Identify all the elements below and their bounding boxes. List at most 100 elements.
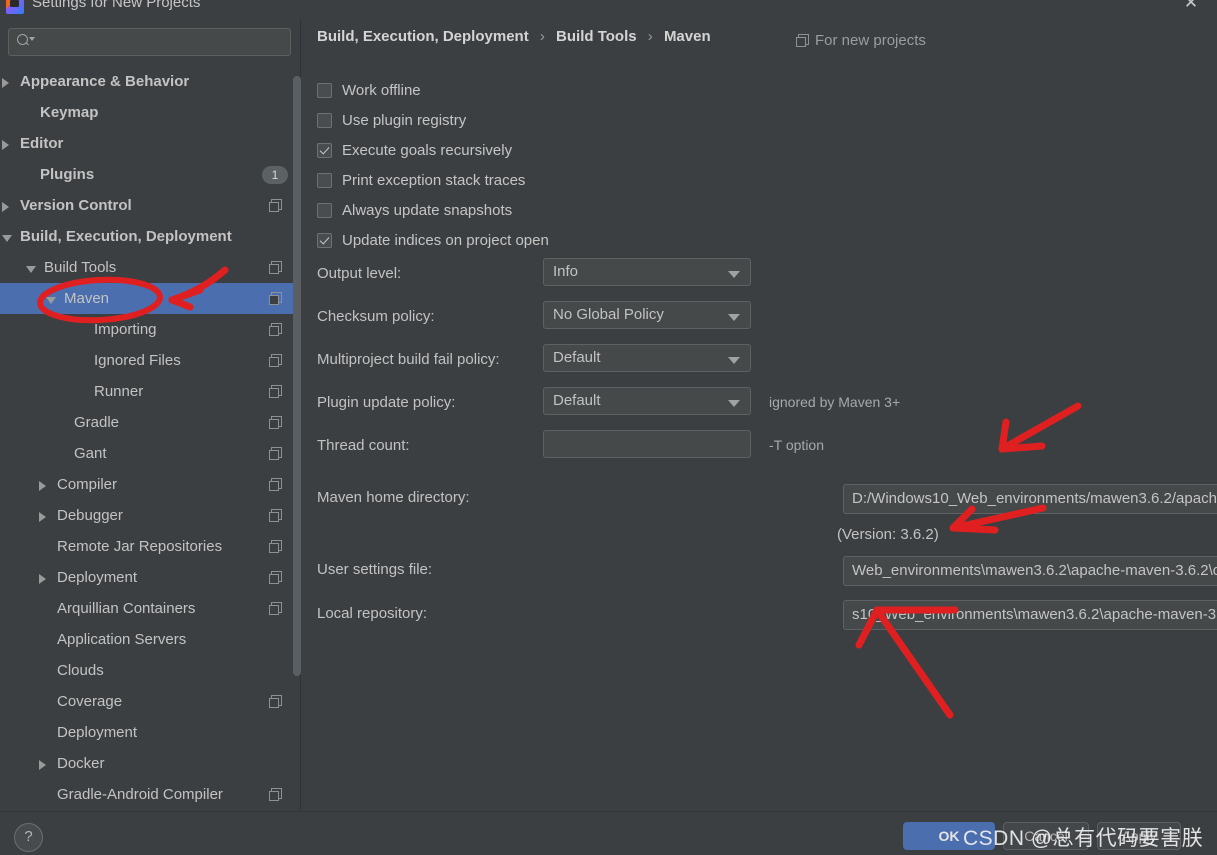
thread-count-input[interactable] <box>543 430 751 458</box>
checkbox-box[interactable] <box>317 232 332 248</box>
sidebar-item-build-execution-deployment[interactable]: Build, Execution, Deployment <box>0 221 300 252</box>
help-icon[interactable]: ? <box>14 823 43 852</box>
sidebar-item-version-control[interactable]: Version Control <box>0 190 300 221</box>
chevron-down-icon[interactable] <box>728 400 740 407</box>
search-input-wrapper[interactable] <box>8 28 291 56</box>
sidebar-item-arquillian-containers[interactable]: Arquillian Containers <box>0 593 300 624</box>
sidebar-item-build-tools[interactable]: Build Tools <box>0 252 300 283</box>
settings-sidebar: Appearance & Behavior Keymap Editor Plugins… <box>0 20 301 810</box>
sidebar-item-deployment[interactable]: Deployment <box>0 717 300 748</box>
chevron-down-icon[interactable] <box>46 297 56 304</box>
sidebar-item-application-servers[interactable]: Application Servers <box>0 624 300 655</box>
sidebar-scrollbar-thumb[interactable] <box>293 76 301 676</box>
checkbox-print-exception-stack-traces[interactable]: Print exception stack traces <box>317 166 549 196</box>
checksum-policy-value: No Global Policy <box>553 306 664 323</box>
sidebar-item-label: Deployment <box>57 724 138 741</box>
chevron-right-icon[interactable] <box>2 202 9 212</box>
maven-settings-panel: Build, Execution, Deployment › Build Too… <box>301 20 1217 810</box>
checkbox-box[interactable] <box>317 172 332 188</box>
checkbox-always-update-snapshots[interactable]: Always update snapshots <box>317 196 549 226</box>
sidebar-item-label: Arquillian Containers <box>57 600 196 617</box>
sidebar-item-plugins[interactable]: Plugins 1 <box>0 159 300 190</box>
checksum-policy-label: Checksum policy: <box>317 308 435 325</box>
checkbox-label: Execute goals recursively <box>342 142 513 159</box>
chevron-down-icon[interactable] <box>728 314 740 321</box>
plugin-update-policy-label: Plugin update policy: <box>317 394 456 411</box>
checkbox-execute-goals-recursively[interactable]: Execute goals recursively <box>317 136 549 166</box>
breadcrumb-part-2[interactable]: Build Tools <box>556 28 637 45</box>
sidebar-item-importing[interactable]: Importing <box>0 314 300 345</box>
intellij-idea-icon <box>6 0 24 14</box>
sidebar-scrollbar-track[interactable] <box>293 76 301 776</box>
user-settings-file-input[interactable]: Web_environments\mawen3.6.2\apache-maven… <box>843 556 1217 586</box>
maven-home-directory-combo[interactable]: D:/Windows10_Web_environments/mawen3.6.2… <box>843 484 1217 514</box>
maven-version-note: (Version: 3.6.2) <box>837 526 939 543</box>
sidebar-item-label: Plugins <box>40 166 95 183</box>
chevron-right-icon[interactable] <box>39 512 46 522</box>
checkbox-label: Use plugin registry <box>342 112 467 129</box>
breadcrumb-separator-icon: › <box>539 28 545 45</box>
settings-dialog: Settings for New Projects ✕ Appearance &… <box>0 0 1217 855</box>
checkbox-box[interactable] <box>317 202 332 218</box>
user-settings-file-label: User settings file: <box>317 561 433 578</box>
sidebar-item-remote-jar-repositories[interactable]: Remote Jar Repositories <box>0 531 300 562</box>
close-icon[interactable]: ✕ <box>1177 0 1205 15</box>
settings-tree[interactable]: Appearance & Behavior Keymap Editor Plugins… <box>0 66 300 810</box>
copy-settings-icon <box>269 509 282 522</box>
multiproject-build-fail-policy-value: Default <box>553 349 601 366</box>
chevron-down-icon[interactable] <box>728 357 740 364</box>
sidebar-item-gradle[interactable]: Gradle <box>0 407 300 438</box>
chevron-right-icon[interactable] <box>2 78 9 88</box>
plugins-update-badge: 1 <box>262 166 288 184</box>
copy-settings-icon <box>269 292 282 305</box>
copy-settings-icon <box>269 261 282 274</box>
search-icon <box>17 34 35 48</box>
copy-settings-icon <box>269 354 282 367</box>
checkbox-box[interactable] <box>317 112 332 128</box>
plugin-update-policy-select[interactable]: Default <box>543 387 751 415</box>
breadcrumb-part-3[interactable]: Maven <box>664 28 711 45</box>
sidebar-item-ignored-files[interactable]: Ignored Files <box>0 345 300 376</box>
sidebar-item-maven[interactable]: Maven <box>0 283 300 314</box>
chevron-right-icon[interactable] <box>39 481 46 491</box>
checkbox-label: Update indices on project open <box>342 232 549 249</box>
checkbox-box[interactable] <box>317 82 332 98</box>
chevron-right-icon[interactable] <box>2 140 9 150</box>
sidebar-item-debugger[interactable]: Debugger <box>0 500 300 531</box>
search-input[interactable] <box>8 28 291 56</box>
sidebar-item-editor[interactable]: Editor <box>0 128 300 159</box>
checkbox-work-offline[interactable]: Work offline <box>317 76 549 106</box>
chevron-down-icon[interactable] <box>2 235 12 242</box>
sidebar-item-keymap[interactable]: Keymap <box>0 97 300 128</box>
checkbox-update-indices-on-project-open[interactable]: Update indices on project open <box>317 226 549 256</box>
breadcrumb-part-1[interactable]: Build, Execution, Deployment <box>317 28 529 45</box>
copy-settings-icon <box>269 478 282 491</box>
chevron-down-icon[interactable] <box>728 271 740 278</box>
checkbox-use-plugin-registry[interactable]: Use plugin registry <box>317 106 549 136</box>
sidebar-item-label: Compiler <box>57 476 118 493</box>
sidebar-item-label: Version Control <box>20 197 132 214</box>
checkbox-box[interactable] <box>317 142 332 158</box>
sidebar-item-clouds[interactable]: Clouds <box>0 655 300 686</box>
sidebar-item-gradle-android-compiler[interactable]: Gradle-Android Compiler <box>0 779 300 810</box>
chevron-down-icon[interactable] <box>26 266 36 273</box>
sidebar-item-deployment[interactable]: Deployment <box>0 562 300 593</box>
sidebar-item-runner[interactable]: Runner <box>0 376 300 407</box>
maven-home-directory-value: D:/Windows10_Web_environments/mawen3.6.2… <box>852 490 1217 507</box>
chevron-right-icon[interactable] <box>39 760 46 770</box>
sidebar-item-appearance-behavior[interactable]: Appearance & Behavior <box>0 66 300 97</box>
chevron-right-icon[interactable] <box>39 574 46 584</box>
sidebar-item-coverage[interactable]: Coverage <box>0 686 300 717</box>
local-repository-input[interactable]: s10_Web_environments\mawen3.6.2\apache-m… <box>843 600 1217 630</box>
thread-count-label: Thread count: <box>317 437 410 454</box>
sidebar-item-label: Build, Execution, Deployment <box>20 228 232 245</box>
multiproject-build-fail-policy-select[interactable]: Default <box>543 344 751 372</box>
sidebar-item-label: Build Tools <box>44 259 117 276</box>
sidebar-item-compiler[interactable]: Compiler <box>0 469 300 500</box>
checksum-policy-select[interactable]: No Global Policy <box>543 301 751 329</box>
sidebar-item-gant[interactable]: Gant <box>0 438 300 469</box>
sidebar-item-docker[interactable]: Docker <box>0 748 300 779</box>
sidebar-item-label: Coverage <box>57 693 123 710</box>
output-level-select[interactable]: Info <box>543 258 751 286</box>
maven-form-fields: Output level: Info Checksum policy: No Glob… <box>317 256 1207 471</box>
